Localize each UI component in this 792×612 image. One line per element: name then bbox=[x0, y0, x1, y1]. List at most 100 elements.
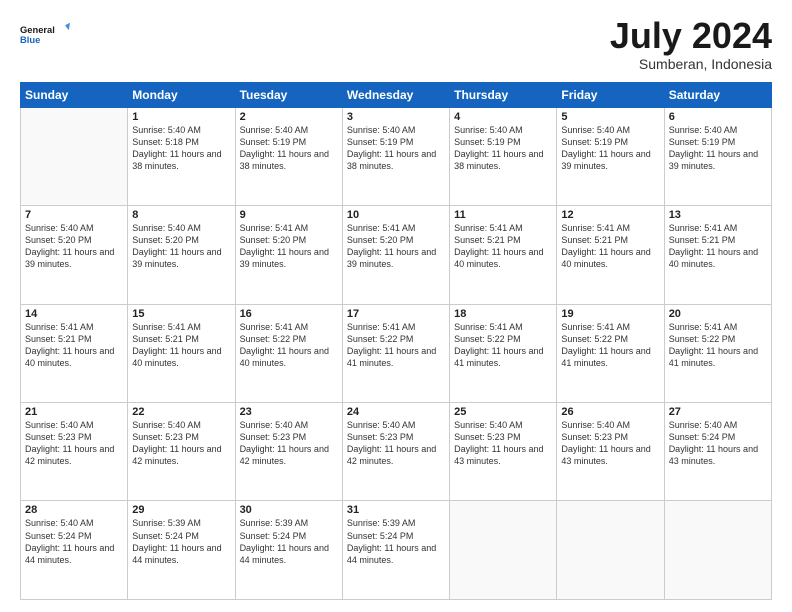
day-number: 22 bbox=[132, 406, 230, 418]
header-thursday: Thursday bbox=[450, 82, 557, 107]
cell-4-6 bbox=[664, 501, 771, 600]
week-row-1: 1 Sunrise: 5:40 AMSunset: 5:18 PMDayligh… bbox=[21, 107, 772, 205]
day-info: Sunrise: 5:40 AMSunset: 5:23 PMDaylight:… bbox=[132, 420, 221, 466]
day-number: 8 bbox=[132, 209, 230, 221]
day-info: Sunrise: 5:41 AMSunset: 5:22 PMDaylight:… bbox=[561, 322, 650, 368]
day-number: 19 bbox=[561, 308, 659, 320]
day-number: 28 bbox=[25, 504, 123, 516]
cell-2-5: 19 Sunrise: 5:41 AMSunset: 5:22 PMDaylig… bbox=[557, 304, 664, 402]
title-block: July 2024 Sumberan, Indonesia bbox=[610, 16, 772, 72]
cell-1-2: 9 Sunrise: 5:41 AMSunset: 5:20 PMDayligh… bbox=[235, 206, 342, 304]
day-info: Sunrise: 5:41 AMSunset: 5:20 PMDaylight:… bbox=[347, 223, 436, 269]
day-info: Sunrise: 5:40 AMSunset: 5:19 PMDaylight:… bbox=[454, 125, 543, 171]
day-info: Sunrise: 5:40 AMSunset: 5:24 PMDaylight:… bbox=[669, 420, 758, 466]
day-info: Sunrise: 5:40 AMSunset: 5:24 PMDaylight:… bbox=[25, 518, 114, 564]
day-number: 17 bbox=[347, 308, 445, 320]
cell-1-5: 12 Sunrise: 5:41 AMSunset: 5:21 PMDaylig… bbox=[557, 206, 664, 304]
header-wednesday: Wednesday bbox=[342, 82, 449, 107]
calendar-table: SundayMondayTuesdayWednesdayThursdayFrid… bbox=[20, 82, 772, 600]
cell-1-0: 7 Sunrise: 5:40 AMSunset: 5:20 PMDayligh… bbox=[21, 206, 128, 304]
cell-2-2: 16 Sunrise: 5:41 AMSunset: 5:22 PMDaylig… bbox=[235, 304, 342, 402]
header-sunday: Sunday bbox=[21, 82, 128, 107]
day-number: 20 bbox=[669, 308, 767, 320]
cell-4-2: 30 Sunrise: 5:39 AMSunset: 5:24 PMDaylig… bbox=[235, 501, 342, 600]
month-title: July 2024 bbox=[610, 16, 772, 56]
logo: General Blue bbox=[20, 16, 70, 52]
cell-1-3: 10 Sunrise: 5:41 AMSunset: 5:20 PMDaylig… bbox=[342, 206, 449, 304]
day-number: 10 bbox=[347, 209, 445, 221]
cell-0-1: 1 Sunrise: 5:40 AMSunset: 5:18 PMDayligh… bbox=[128, 107, 235, 205]
cell-1-4: 11 Sunrise: 5:41 AMSunset: 5:21 PMDaylig… bbox=[450, 206, 557, 304]
day-number: 14 bbox=[25, 308, 123, 320]
cell-0-5: 5 Sunrise: 5:40 AMSunset: 5:19 PMDayligh… bbox=[557, 107, 664, 205]
day-info: Sunrise: 5:40 AMSunset: 5:23 PMDaylight:… bbox=[561, 420, 650, 466]
cell-0-0 bbox=[21, 107, 128, 205]
day-number: 23 bbox=[240, 406, 338, 418]
day-info: Sunrise: 5:40 AMSunset: 5:23 PMDaylight:… bbox=[347, 420, 436, 466]
day-info: Sunrise: 5:40 AMSunset: 5:20 PMDaylight:… bbox=[132, 223, 221, 269]
cell-3-2: 23 Sunrise: 5:40 AMSunset: 5:23 PMDaylig… bbox=[235, 403, 342, 501]
cell-4-0: 28 Sunrise: 5:40 AMSunset: 5:24 PMDaylig… bbox=[21, 501, 128, 600]
day-number: 31 bbox=[347, 504, 445, 516]
header-monday: Monday bbox=[128, 82, 235, 107]
day-number: 21 bbox=[25, 406, 123, 418]
day-info: Sunrise: 5:41 AMSunset: 5:21 PMDaylight:… bbox=[454, 223, 543, 269]
day-number: 4 bbox=[454, 111, 552, 123]
day-number: 16 bbox=[240, 308, 338, 320]
header: General Blue July 2024 Sumberan, Indones… bbox=[20, 16, 772, 72]
day-number: 15 bbox=[132, 308, 230, 320]
cell-1-6: 13 Sunrise: 5:41 AMSunset: 5:21 PMDaylig… bbox=[664, 206, 771, 304]
day-info: Sunrise: 5:40 AMSunset: 5:23 PMDaylight:… bbox=[25, 420, 114, 466]
svg-text:Blue: Blue bbox=[20, 35, 40, 45]
day-number: 30 bbox=[240, 504, 338, 516]
day-info: Sunrise: 5:39 AMSunset: 5:24 PMDaylight:… bbox=[347, 518, 436, 564]
day-number: 18 bbox=[454, 308, 552, 320]
cell-2-3: 17 Sunrise: 5:41 AMSunset: 5:22 PMDaylig… bbox=[342, 304, 449, 402]
calendar-header-row: SundayMondayTuesdayWednesdayThursdayFrid… bbox=[21, 82, 772, 107]
day-number: 2 bbox=[240, 111, 338, 123]
cell-0-4: 4 Sunrise: 5:40 AMSunset: 5:19 PMDayligh… bbox=[450, 107, 557, 205]
cell-2-0: 14 Sunrise: 5:41 AMSunset: 5:21 PMDaylig… bbox=[21, 304, 128, 402]
week-row-5: 28 Sunrise: 5:40 AMSunset: 5:24 PMDaylig… bbox=[21, 501, 772, 600]
day-number: 24 bbox=[347, 406, 445, 418]
header-friday: Friday bbox=[557, 82, 664, 107]
cell-4-3: 31 Sunrise: 5:39 AMSunset: 5:24 PMDaylig… bbox=[342, 501, 449, 600]
day-number: 9 bbox=[240, 209, 338, 221]
cell-0-3: 3 Sunrise: 5:40 AMSunset: 5:19 PMDayligh… bbox=[342, 107, 449, 205]
location: Sumberan, Indonesia bbox=[610, 56, 772, 72]
day-number: 26 bbox=[561, 406, 659, 418]
day-info: Sunrise: 5:41 AMSunset: 5:21 PMDaylight:… bbox=[669, 223, 758, 269]
cell-4-1: 29 Sunrise: 5:39 AMSunset: 5:24 PMDaylig… bbox=[128, 501, 235, 600]
day-number: 6 bbox=[669, 111, 767, 123]
day-info: Sunrise: 5:41 AMSunset: 5:22 PMDaylight:… bbox=[347, 322, 436, 368]
day-number: 5 bbox=[561, 111, 659, 123]
day-number: 27 bbox=[669, 406, 767, 418]
week-row-3: 14 Sunrise: 5:41 AMSunset: 5:21 PMDaylig… bbox=[21, 304, 772, 402]
day-info: Sunrise: 5:40 AMSunset: 5:19 PMDaylight:… bbox=[669, 125, 758, 171]
day-info: Sunrise: 5:40 AMSunset: 5:19 PMDaylight:… bbox=[347, 125, 436, 171]
day-number: 12 bbox=[561, 209, 659, 221]
week-row-4: 21 Sunrise: 5:40 AMSunset: 5:23 PMDaylig… bbox=[21, 403, 772, 501]
day-number: 7 bbox=[25, 209, 123, 221]
cell-3-1: 22 Sunrise: 5:40 AMSunset: 5:23 PMDaylig… bbox=[128, 403, 235, 501]
day-info: Sunrise: 5:40 AMSunset: 5:23 PMDaylight:… bbox=[240, 420, 329, 466]
cell-3-4: 25 Sunrise: 5:40 AMSunset: 5:23 PMDaylig… bbox=[450, 403, 557, 501]
header-tuesday: Tuesday bbox=[235, 82, 342, 107]
day-info: Sunrise: 5:40 AMSunset: 5:19 PMDaylight:… bbox=[561, 125, 650, 171]
cell-2-6: 20 Sunrise: 5:41 AMSunset: 5:22 PMDaylig… bbox=[664, 304, 771, 402]
day-number: 1 bbox=[132, 111, 230, 123]
day-number: 13 bbox=[669, 209, 767, 221]
day-info: Sunrise: 5:40 AMSunset: 5:18 PMDaylight:… bbox=[132, 125, 221, 171]
cell-4-5 bbox=[557, 501, 664, 600]
cell-3-5: 26 Sunrise: 5:40 AMSunset: 5:23 PMDaylig… bbox=[557, 403, 664, 501]
day-info: Sunrise: 5:39 AMSunset: 5:24 PMDaylight:… bbox=[132, 518, 221, 564]
svg-text:General: General bbox=[20, 25, 55, 35]
day-number: 3 bbox=[347, 111, 445, 123]
day-info: Sunrise: 5:41 AMSunset: 5:21 PMDaylight:… bbox=[561, 223, 650, 269]
cell-2-1: 15 Sunrise: 5:41 AMSunset: 5:21 PMDaylig… bbox=[128, 304, 235, 402]
day-info: Sunrise: 5:41 AMSunset: 5:22 PMDaylight:… bbox=[240, 322, 329, 368]
cell-2-4: 18 Sunrise: 5:41 AMSunset: 5:22 PMDaylig… bbox=[450, 304, 557, 402]
day-info: Sunrise: 5:41 AMSunset: 5:22 PMDaylight:… bbox=[669, 322, 758, 368]
cell-3-3: 24 Sunrise: 5:40 AMSunset: 5:23 PMDaylig… bbox=[342, 403, 449, 501]
cell-1-1: 8 Sunrise: 5:40 AMSunset: 5:20 PMDayligh… bbox=[128, 206, 235, 304]
